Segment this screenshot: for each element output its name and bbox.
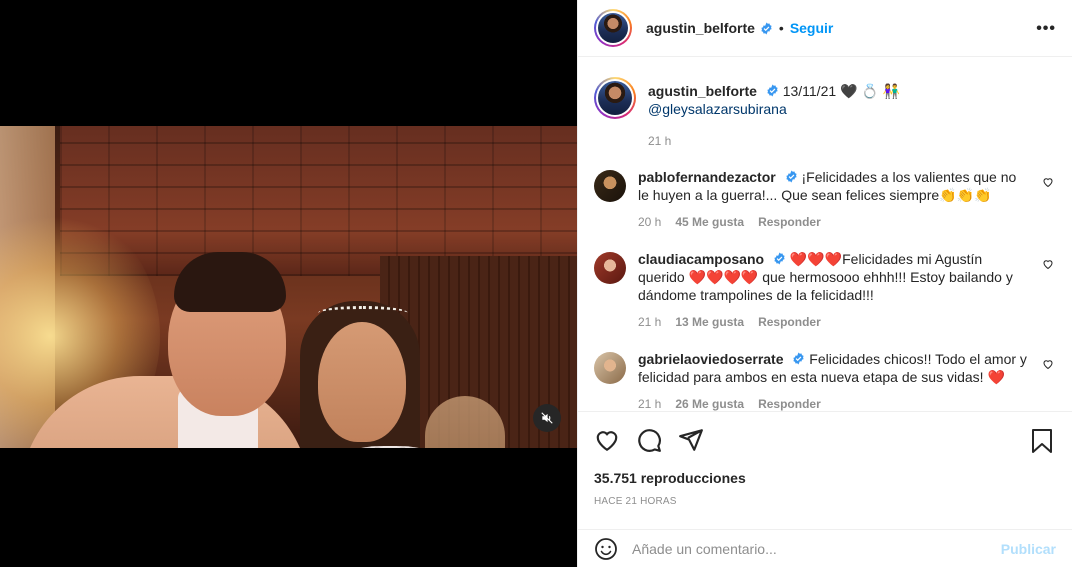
verified-badge-icon <box>761 22 772 34</box>
mute-button[interactable] <box>533 404 561 432</box>
add-comment-bar: Publicar <box>578 529 1072 567</box>
post-header: agustin_belforte • Seguir ••• <box>578 0 1072 57</box>
bride-tiara <box>318 306 408 320</box>
view-count[interactable]: 35.751 reproducciones <box>594 470 1056 486</box>
caption-emoji: 🖤 💍 👫 <box>840 83 901 99</box>
verified-badge-icon <box>774 252 785 265</box>
heart-emoji: ❤️ <box>987 369 1005 385</box>
verified-badge-icon <box>786 170 797 183</box>
post-media <box>0 0 577 567</box>
author-username[interactable]: agustin_belforte <box>646 20 755 36</box>
background-bricks <box>60 126 577 276</box>
video-player[interactable] <box>0 126 577 448</box>
like-comment-heart-icon[interactable] <box>1042 258 1054 270</box>
emoji-smiley-icon[interactable] <box>594 537 618 561</box>
hearts-emoji: ❤️❤️❤️ <box>789 251 843 267</box>
author-avatar[interactable] <box>594 9 632 47</box>
comment-time[interactable]: 20 h <box>638 213 661 231</box>
reply-button[interactable]: Responder <box>758 395 821 411</box>
comment-bubble-icon[interactable] <box>636 427 662 453</box>
commenter-avatar[interactable] <box>594 170 626 202</box>
post-actions: 35.751 reproducciones HACE 21 HORAS <box>578 411 1072 529</box>
share-send-icon[interactable] <box>678 427 704 453</box>
comment-item: gabrielaoviedoserrate Felicidades chicos… <box>594 350 1056 411</box>
caption-username[interactable]: agustin_belforte <box>648 83 757 99</box>
post-panel: agustin_belforte • Seguir ••• agustin_be… <box>577 0 1072 567</box>
comments-list[interactable]: agustin_belforte 13/11/21 🖤 💍 👫 @gleysal… <box>578 58 1072 411</box>
caption-date: 13/11/21 <box>782 83 837 99</box>
bride-head <box>318 322 406 442</box>
comment-item: claudiacamposano ❤️❤️❤️Felicidades mi Ag… <box>594 250 1056 331</box>
commenter-avatar[interactable] <box>594 252 626 284</box>
comment-likes[interactable]: 13 Me gusta <box>675 313 744 331</box>
comment-username[interactable]: claudiacamposano <box>638 251 764 267</box>
post-timestamp[interactable]: HACE 21 HORAS <box>594 496 1056 507</box>
like-comment-heart-icon[interactable] <box>1042 176 1054 188</box>
comment-time[interactable]: 21 h <box>638 313 661 331</box>
caption-author-avatar[interactable] <box>594 77 636 119</box>
muted-speaker-icon <box>541 412 553 424</box>
caption-time[interactable]: 21 h <box>648 132 671 150</box>
reply-button[interactable]: Responder <box>758 213 821 231</box>
commenter-avatar[interactable] <box>594 352 626 384</box>
verified-badge-icon <box>793 352 804 365</box>
comment-item: pablofernandezactor ¡Felicidades a los v… <box>594 168 1056 231</box>
verified-badge-icon <box>767 84 778 97</box>
reply-button[interactable]: Responder <box>758 313 821 331</box>
dot-separator: • <box>778 20 784 36</box>
like-comment-heart-icon[interactable] <box>1042 358 1054 370</box>
more-options-button[interactable]: ••• <box>1036 20 1056 38</box>
comment-time[interactable]: 21 h <box>638 395 661 411</box>
comment-username[interactable]: gabrielaoviedoserrate <box>638 351 784 367</box>
groom-hair <box>174 252 286 312</box>
comment-input[interactable] <box>632 540 1001 557</box>
comment-likes[interactable]: 26 Me gusta <box>675 395 744 411</box>
comment-username[interactable]: pablofernandezactor <box>638 169 776 185</box>
publish-button[interactable]: Publicar <box>1001 541 1056 557</box>
follow-button[interactable]: Seguir <box>790 20 834 36</box>
bookmark-icon[interactable] <box>1030 428 1054 454</box>
like-heart-icon[interactable] <box>594 427 620 453</box>
hearts-emoji: ❤️❤️❤️❤️ <box>688 269 759 285</box>
caption-mention[interactable]: @gleysalazarsubirana <box>648 101 787 117</box>
post-caption: agustin_belforte 13/11/21 🖤 💍 👫 @gleysal… <box>594 77 1056 150</box>
comment-likes[interactable]: 45 Me gusta <box>675 213 744 231</box>
